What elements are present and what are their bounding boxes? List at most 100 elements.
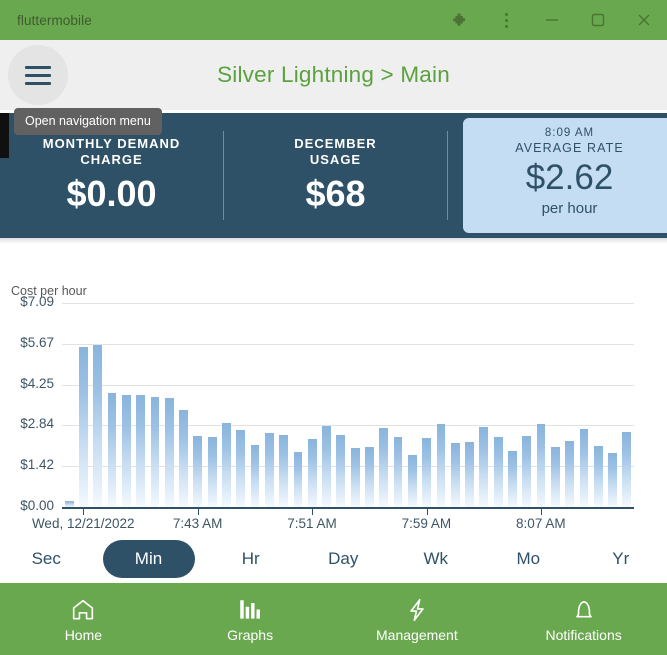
puzzle-piece-icon[interactable]: [437, 0, 483, 40]
stat-label-line2: USAGE: [309, 151, 362, 167]
nav-item-graphs[interactable]: Graphs: [167, 597, 334, 643]
chart-x-tick-label: 7:43 AM: [172, 516, 223, 531]
chart-x-tick-label: Wed, 12/21/2022: [31, 516, 135, 531]
minimize-icon[interactable]: [529, 0, 575, 40]
chart-bar[interactable]: [393, 437, 403, 507]
rate-card-value: $2.62: [525, 158, 614, 197]
chart-bar[interactable]: [279, 435, 289, 507]
chart-bar[interactable]: [407, 454, 417, 507]
chart-bar[interactable]: [579, 428, 589, 507]
chart-x-tick: [426, 509, 428, 515]
kebab-menu-icon[interactable]: [483, 0, 529, 40]
stat-divider: [447, 131, 448, 220]
chart-bar[interactable]: [379, 427, 389, 507]
close-icon[interactable]: [621, 0, 667, 40]
chart-bar[interactable]: [565, 440, 575, 507]
chart-y-tick-label: $7.09: [20, 294, 54, 309]
maximize-icon[interactable]: [575, 0, 621, 40]
chart-x-tick: [83, 509, 85, 515]
window-title: fluttermobile: [17, 12, 92, 28]
chart-bar[interactable]: [422, 437, 432, 507]
stat-december-usage[interactable]: DECEMBER USAGE $68: [224, 113, 447, 238]
nav-label: Management: [376, 627, 458, 643]
chart-bar[interactable]: [150, 397, 160, 507]
chart-y-tick-label: $1.42: [20, 457, 54, 473]
chart-bar[interactable]: [336, 435, 346, 507]
chart-bar[interactable]: [264, 432, 274, 507]
chart-bars[interactable]: [62, 303, 634, 507]
average-rate-card[interactable]: 8:09 AM AVERAGE RATE $2.62 per hour: [463, 118, 667, 233]
period-sec[interactable]: Sec: [0, 540, 93, 578]
chart-bar[interactable]: [593, 446, 603, 507]
navigation-menu-tooltip: Open navigation menu: [14, 108, 162, 135]
chart-bar[interactable]: [236, 429, 246, 507]
window-titlebar: fluttermobile: [0, 0, 667, 40]
chart-bar[interactable]: [608, 452, 617, 507]
hamburger-icon[interactable]: [8, 45, 68, 105]
chart-bar[interactable]: [179, 409, 188, 507]
stat-label-line2: CHARGE: [80, 151, 143, 167]
chart-bar[interactable]: [479, 427, 489, 507]
bottom-navigation: Home Graphs Management Notifications: [0, 585, 667, 655]
chart-bar[interactable]: [222, 422, 231, 507]
chart-bar[interactable]: [450, 443, 460, 507]
chart-bar[interactable]: [622, 431, 632, 507]
chart-y-tick-label: $4.25: [20, 375, 54, 391]
chart-x-tick: [312, 509, 314, 515]
app-bar: Silver Lightning > Main: [0, 40, 667, 110]
page-title: Silver Lightning > Main: [217, 62, 450, 87]
period-day[interactable]: Day: [297, 540, 390, 578]
chart-bar[interactable]: [550, 446, 560, 507]
rate-card-time: 8:09 AM: [544, 127, 595, 139]
nav-label: Notifications: [545, 627, 622, 643]
chart-bar[interactable]: [436, 423, 446, 507]
chart-x-tick-label: 7:59 AM: [401, 516, 452, 531]
chart-x-tick: [197, 509, 199, 515]
nav-label: Home: [64, 627, 103, 643]
offscreen-card-edge: [0, 113, 9, 158]
chart-bar[interactable]: [107, 393, 117, 507]
rate-card-subtitle: per hour: [541, 200, 598, 217]
chart-bar[interactable]: [193, 435, 203, 507]
period-yr[interactable]: Yr: [575, 540, 667, 578]
nav-item-home[interactable]: Home: [0, 597, 167, 643]
chart-bar[interactable]: [164, 398, 174, 507]
nav-item-management[interactable]: Management: [334, 597, 501, 643]
chart-bar[interactable]: [508, 450, 517, 507]
chart-bar[interactable]: [493, 436, 503, 507]
period-selector[interactable]: Sec Min Hr Day Wk Mo Yr: [0, 535, 667, 583]
chart-bar[interactable]: [250, 445, 260, 507]
chart-x-tick-label: 8:07 AM: [516, 516, 566, 531]
period-min[interactable]: Min: [102, 540, 195, 578]
period-hr[interactable]: Hr: [205, 540, 298, 578]
chart-bar[interactable]: [79, 347, 88, 507]
chart-bar[interactable]: [293, 451, 303, 507]
chart-x-tick: [541, 509, 543, 515]
nav-item-notifications[interactable]: Notifications: [500, 597, 667, 643]
rate-card-label: AVERAGE RATE: [515, 141, 624, 155]
stat-value: $0.00: [66, 172, 157, 214]
period-mo[interactable]: Mo: [482, 540, 575, 578]
chart-bar[interactable]: [136, 395, 146, 507]
stats-shadow: [0, 238, 667, 244]
chart-y-tick-label: $2.84: [20, 416, 54, 432]
chart-y-tick-label: $0.00: [20, 498, 54, 513]
chart-bar[interactable]: [465, 442, 474, 507]
chart-x-tick-label: 7:51 AM: [287, 516, 337, 531]
chart-bar[interactable]: [365, 447, 374, 507]
app-window: fluttermobile Silver Lightning > Main MO…: [0, 0, 667, 655]
period-wk[interactable]: Wk: [390, 540, 483, 578]
stat-value: $68: [305, 172, 366, 214]
chart-y-tick-label: $5.67: [20, 334, 54, 350]
chart-bar[interactable]: [207, 437, 217, 507]
chart-bar[interactable]: [121, 395, 131, 507]
chart-bar[interactable]: [322, 425, 331, 507]
nav-label: Graphs: [227, 627, 274, 643]
chart-bar[interactable]: [536, 424, 546, 507]
chart-bar[interactable]: [522, 435, 532, 507]
chart-bar[interactable]: [93, 345, 103, 507]
chart-x-axis-line: [62, 507, 634, 509]
stat-label-line1: MONTHLY DEMAND: [42, 135, 181, 151]
chart-bar[interactable]: [307, 438, 317, 507]
chart-bar[interactable]: [350, 448, 360, 507]
